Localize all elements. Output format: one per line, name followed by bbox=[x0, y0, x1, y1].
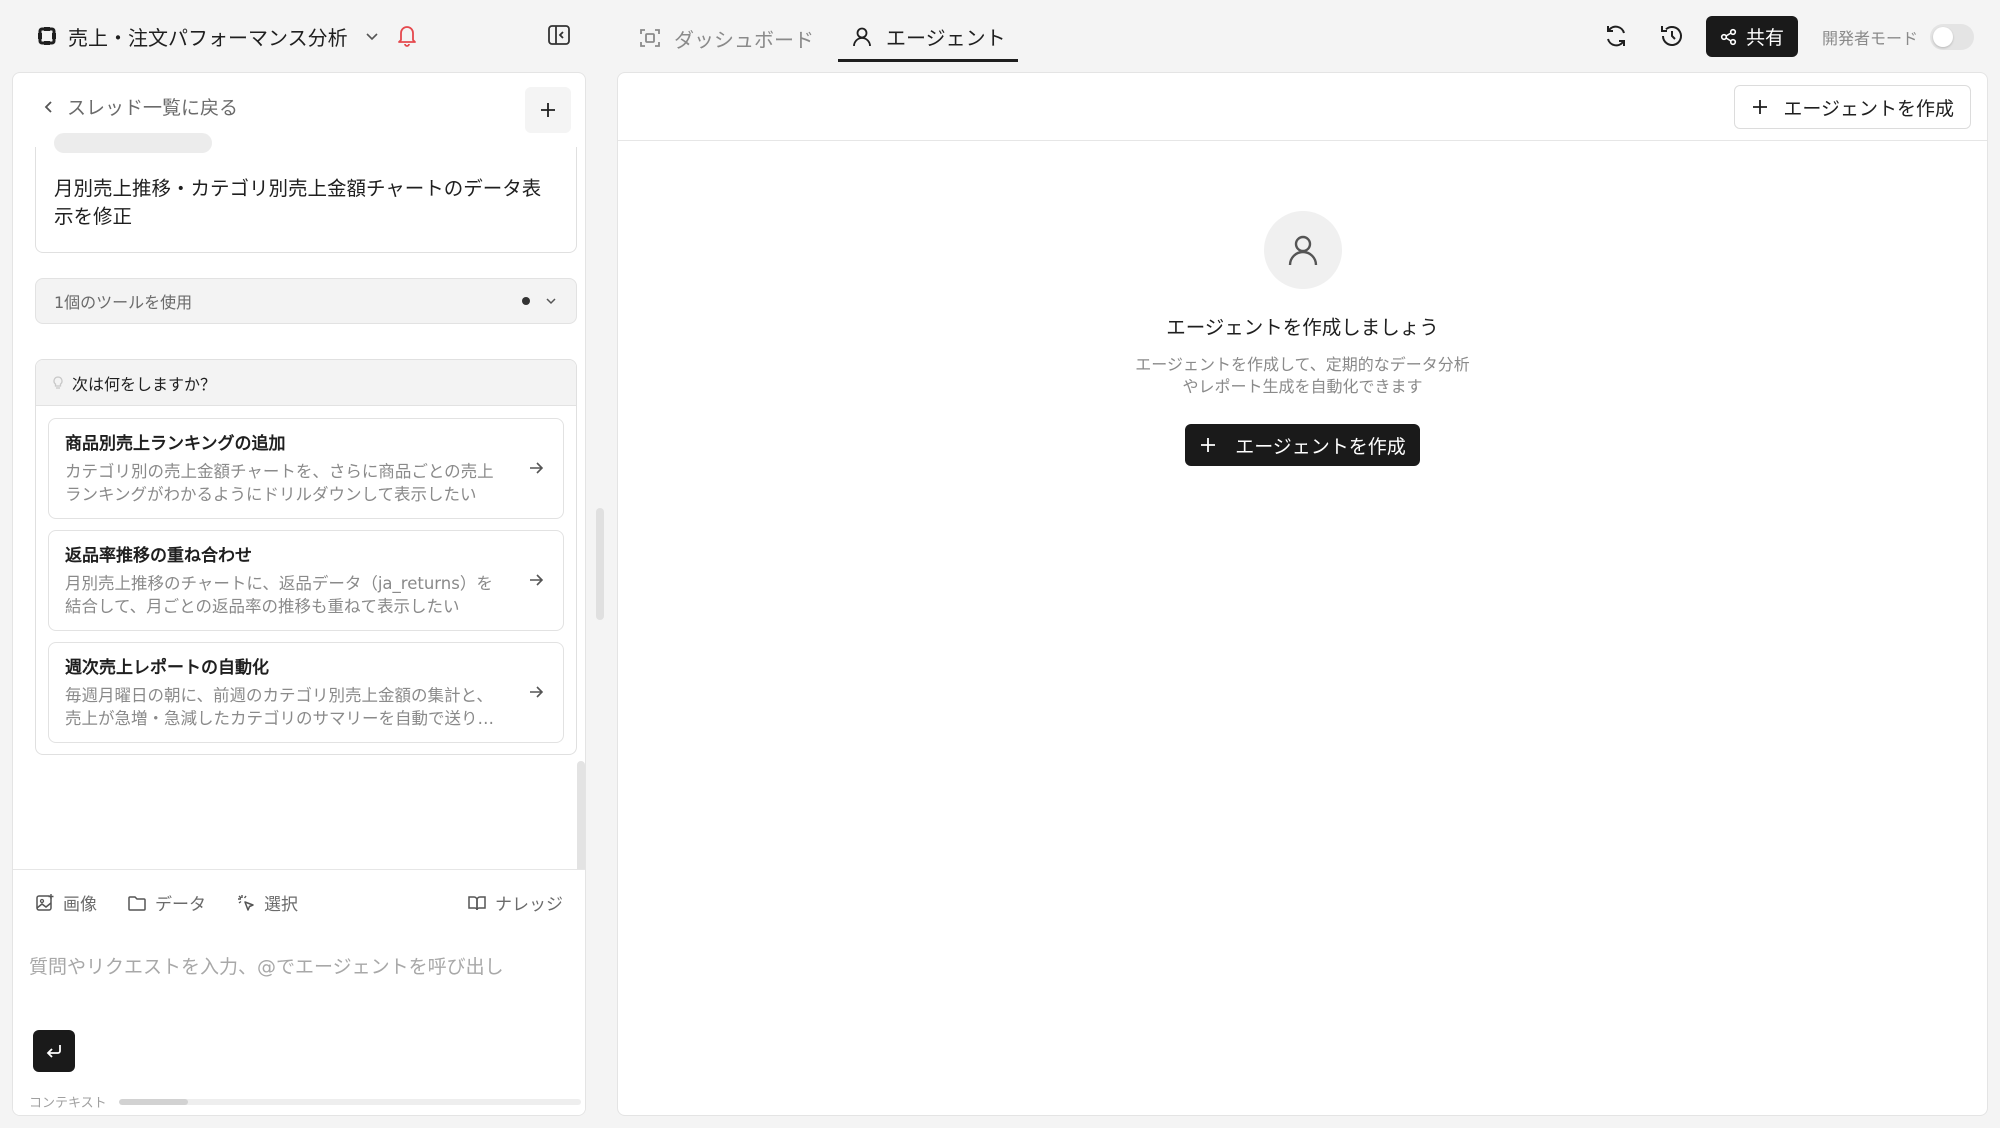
lightbulb-icon bbox=[53, 375, 63, 389]
arrow-right-icon bbox=[530, 574, 544, 586]
top-bar: 売上・注文パフォーマンス分析 ダッシュボード エージェント 共有 開発者モード bbox=[0, 0, 2000, 72]
data-button[interactable]: データ bbox=[127, 890, 206, 915]
create-agent-primary-button[interactable]: エージェントを作成 bbox=[1185, 424, 1420, 466]
plus-icon bbox=[541, 103, 555, 117]
next-suggestions-header: 次は何をしますか？ bbox=[36, 360, 576, 406]
composer: 画像 データ 選択 ナレッジ 質問やリクエストを入力、@でエージェントを呼び出し… bbox=[13, 869, 585, 1115]
context-label: コンテキスト bbox=[29, 1096, 107, 1111]
next-suggestions: 次は何をしますか？ 商品別売上ランキングの追加 カテゴリ別の売上金額チャートを、… bbox=[35, 359, 577, 755]
suggestion-title: 返品率推移の重ね合わせ bbox=[65, 546, 252, 566]
message-input[interactable]: 質問やリクエストを入力、@でエージェントを呼び出し bbox=[29, 952, 504, 979]
create-agent-button[interactable]: エージェントを作成 bbox=[1734, 85, 1971, 129]
share-icon bbox=[1720, 28, 1737, 45]
create-agent-label: エージェントを作成 bbox=[1783, 97, 1954, 120]
status-dot bbox=[522, 297, 530, 305]
tab-dashboard[interactable]: ダッシュボード bbox=[626, 14, 826, 62]
knowledge-button[interactable]: ナレッジ bbox=[467, 890, 563, 915]
project-title: 売上・注文パフォーマンス分析 bbox=[68, 25, 348, 50]
suggestion-desc: カテゴリ別の売上金額チャートを、さらに商品ごとの売上ランキングがわかるようにドリ… bbox=[65, 462, 494, 504]
tools-used-label: 1個のツールを使用 bbox=[54, 293, 193, 312]
tab-agents-label: エージェント bbox=[886, 26, 1006, 50]
project-selector[interactable]: 売上・注文パフォーマンス分析 bbox=[36, 20, 380, 52]
arrow-right-icon bbox=[530, 462, 544, 474]
select-button[interactable]: 選択 bbox=[236, 890, 298, 915]
panel-resize-handle[interactable] bbox=[596, 508, 604, 620]
agents-panel: エージェントを作成 エージェントを作成しましょう エージェントを作成して、定期的… bbox=[617, 72, 1988, 1116]
sidebar-toggle-icon[interactable] bbox=[546, 22, 572, 48]
view-tabs: ダッシュボード エージェント bbox=[626, 14, 1018, 62]
back-label: スレッド一覧に戻る bbox=[67, 97, 239, 119]
plus-icon bbox=[1201, 438, 1216, 452]
suggestion-title: 週次売上レポートの自動化 bbox=[65, 658, 269, 678]
suggestion-card[interactable]: 商品別売上ランキングの追加 カテゴリ別の売上金額チャートを、さらに商品ごとの売上… bbox=[48, 418, 564, 519]
user-icon bbox=[853, 27, 871, 46]
book-icon bbox=[468, 895, 486, 910]
share-button[interactable]: 共有 bbox=[1706, 16, 1798, 57]
chat-panel: スレッド一覧に戻る 月別売上推移・カテゴリ別売上金額チャートのデータ表示を修正 … bbox=[12, 72, 586, 1116]
enter-icon bbox=[46, 1045, 61, 1058]
tab-agents[interactable]: エージェント bbox=[838, 14, 1018, 62]
share-label: 共有 bbox=[1745, 27, 1784, 49]
back-to-threads-link[interactable]: スレッド一覧に戻る bbox=[41, 93, 238, 120]
logo-icon bbox=[38, 27, 56, 45]
user-icon bbox=[1288, 235, 1317, 266]
cursor-click-icon bbox=[238, 894, 254, 911]
empty-description: エージェントを作成して、定期的なデータ分析やレポート生成を自動化できます bbox=[1135, 355, 1470, 396]
context-bar bbox=[118, 1098, 581, 1105]
image-icon bbox=[36, 893, 54, 911]
tools-used-toggle[interactable]: 1個のツールを使用 bbox=[35, 278, 577, 324]
folder-icon bbox=[128, 895, 146, 911]
context-bar-fill bbox=[118, 1098, 188, 1105]
bell-icon[interactable] bbox=[394, 22, 420, 48]
dev-mode: 開発者モード bbox=[1822, 24, 1975, 50]
history-icon[interactable] bbox=[1658, 22, 1686, 50]
refresh-icon[interactable] bbox=[1602, 22, 1630, 50]
composer-tools: 画像 データ 選択 bbox=[35, 890, 298, 915]
empty-title: エージェントを作成しましょう bbox=[1166, 316, 1439, 339]
knowledge-label: ナレッジ bbox=[495, 895, 563, 915]
new-thread-button[interactable] bbox=[525, 87, 571, 133]
agents-empty-state: エージェントを作成しましょう エージェントを作成して、定期的なデータ分析やレポー… bbox=[618, 211, 1987, 466]
suggestion-card[interactable]: 週次売上レポートの自動化 毎週月曜日の朝に、前週のカテゴリ別売上金額の集計と、売… bbox=[48, 642, 564, 743]
arrow-right-icon bbox=[530, 686, 544, 698]
send-button[interactable] bbox=[33, 1030, 75, 1072]
scan-icon bbox=[640, 29, 660, 47]
message-text: 月別売上推移・カテゴリ別売上金額チャートのデータ表示を修正 bbox=[54, 177, 542, 228]
create-agent-primary-label: エージェントを作成 bbox=[1235, 435, 1406, 458]
message-tag bbox=[54, 133, 212, 153]
assistant-message-card: 月別売上推移・カテゴリ別売上金額チャートのデータ表示を修正 bbox=[35, 133, 577, 253]
data-label: データ bbox=[155, 895, 206, 915]
suggestion-card[interactable]: 返品率推移の重ね合わせ 月別売上推移のチャートに、返品データ（ja_return… bbox=[48, 530, 564, 631]
agent-avatar-icon bbox=[1263, 211, 1342, 289]
context-usage: コンテキスト bbox=[29, 1092, 581, 1111]
dev-mode-label: 開発者モード bbox=[1822, 29, 1919, 48]
image-label: 画像 bbox=[63, 895, 97, 915]
chevron-down-icon bbox=[546, 298, 556, 305]
plus-icon bbox=[1753, 100, 1768, 114]
suggestion-desc: 月別売上推移のチャートに、返品データ（ja_returns）を結合して、月ごとの… bbox=[65, 574, 493, 616]
select-label: 選択 bbox=[264, 895, 298, 915]
agents-header: エージェントを作成 bbox=[618, 73, 1987, 141]
suggestion-title: 商品別売上ランキングの追加 bbox=[65, 434, 286, 454]
suggestion-desc: 毎週月曜日の朝に、前週のカテゴリ別売上金額の集計と、売上が急増・急減したカテゴリ… bbox=[65, 686, 494, 728]
chevron-left-icon bbox=[44, 100, 52, 113]
tab-dashboard-label: ダッシュボード bbox=[674, 27, 814, 52]
dev-mode-toggle[interactable] bbox=[1930, 24, 1975, 50]
image-button[interactable]: 画像 bbox=[35, 890, 97, 915]
chevron-down-icon bbox=[366, 33, 378, 41]
next-heading: 次は何をしますか？ bbox=[72, 374, 217, 394]
